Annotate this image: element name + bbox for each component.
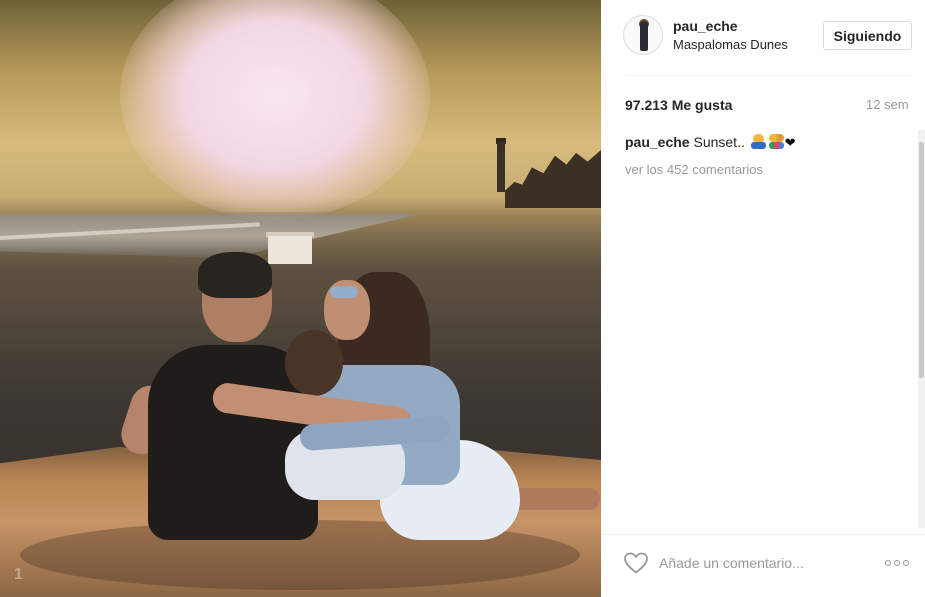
comments-section: pau_eche Sunset.. ❤ ver los 452 comentar… (625, 133, 915, 177)
avatar-figure (640, 21, 648, 51)
likes-count[interactable]: 97.213 Me gusta (625, 97, 732, 113)
avatar[interactable] (623, 15, 663, 55)
person-bowing-emoji (750, 134, 767, 149)
horizon (0, 212, 601, 214)
sun (120, 0, 430, 220)
more-dot (885, 560, 891, 566)
black-heart-emoji: ❤ (784, 136, 796, 151)
child-head (285, 330, 343, 396)
family-emoji (768, 134, 785, 149)
more-options-icon[interactable] (885, 556, 913, 570)
photo-index: 1 (14, 566, 23, 583)
heart-icon[interactable] (623, 551, 649, 575)
more-dot (894, 560, 900, 566)
footer-divider (601, 534, 925, 535)
caption: pau_eche Sunset.. ❤ (625, 133, 915, 153)
man-hair (198, 252, 272, 298)
comment-input[interactable] (659, 552, 859, 574)
caption-text: Sunset.. (693, 134, 745, 150)
post-photo[interactable]: 1 (0, 0, 601, 597)
following-button[interactable]: Siguiendo (823, 21, 912, 50)
lighthouse (497, 142, 505, 192)
author-username[interactable]: pau_eche (673, 18, 738, 34)
comments-scrollbar-thumb[interactable] (919, 142, 924, 378)
beach-hut (268, 236, 312, 264)
sunglasses (330, 286, 358, 298)
more-dot (903, 560, 909, 566)
header-divider (625, 75, 912, 76)
post-age[interactable]: 12 sem (866, 97, 909, 112)
palm-trees (505, 150, 601, 208)
caption-username[interactable]: pau_eche (625, 134, 690, 150)
post-side-panel: pau_eche Maspalomas Dunes Siguiendo 97.2… (601, 0, 925, 597)
post-header: pau_eche Maspalomas Dunes Siguiendo (601, 0, 925, 76)
view-all-comments-link[interactable]: ver los 452 comentarios (625, 162, 915, 177)
post-location[interactable]: Maspalomas Dunes (673, 37, 788, 52)
